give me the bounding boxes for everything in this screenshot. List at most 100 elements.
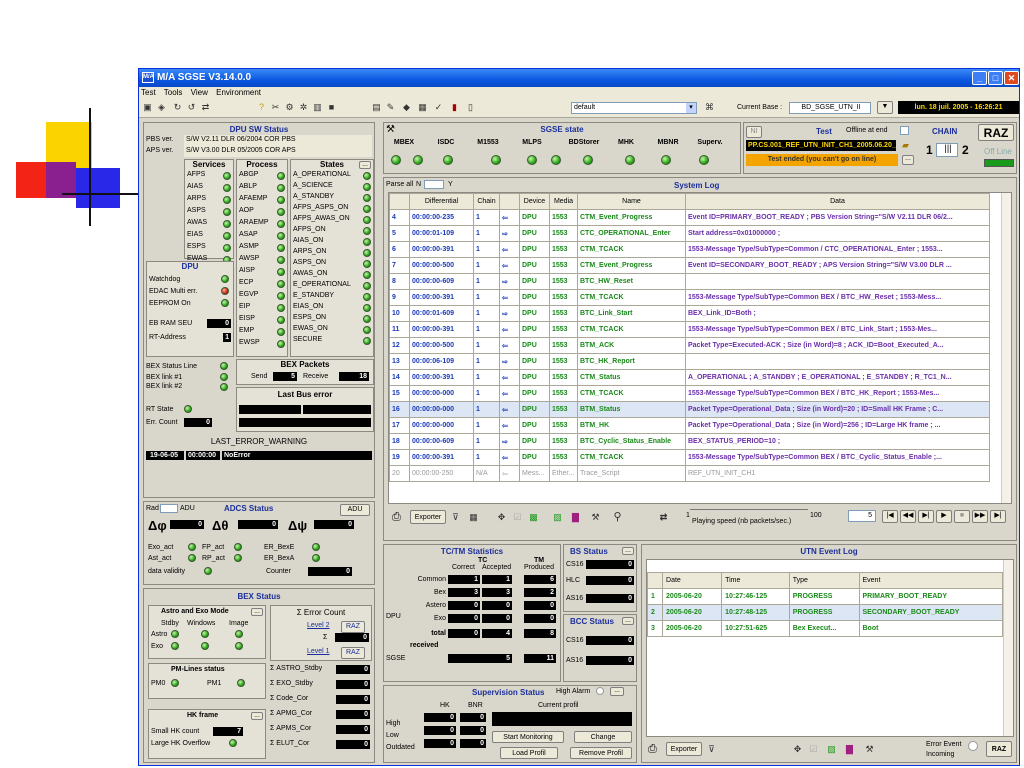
exporter-button[interactable]: Exporter [410, 510, 446, 524]
profile-select[interactable]: default ▾ [571, 102, 697, 114]
menu-tools[interactable]: Tools [164, 88, 183, 97]
forward-button[interactable]: ▶▶ [972, 510, 988, 523]
playing-speed-slider[interactable]: 1 100 Playing speed (nb packets/sec.) [684, 504, 824, 528]
log-column-header[interactable]: Differential [409, 193, 474, 210]
log-row[interactable]: 13 00:00:06-109 1 ⇨ DPU 1553 BTC_HK_Report [389, 353, 990, 370]
log-row[interactable]: 12 00:00:00-500 1 ⇦ DPU 1553 BTM_ACK Packet Typ… [389, 337, 990, 354]
log-row[interactable]: 9 00:00:00-391 1 ⇦ DPU 1553 CTM_TCACK 1553-Mess… [389, 289, 990, 306]
settings-icon[interactable]: ⚙ [284, 102, 295, 113]
utn-check-icon[interactable]: ☑ [808, 744, 819, 755]
log-row[interactable]: 6 00:00:00-391 1 ⇦ DPU 1553 CTM_TCACK 1553-Mess… [389, 241, 990, 258]
utn-column-header[interactable] [647, 572, 664, 589]
print-icon[interactable]: ⎙ [392, 511, 401, 524]
stop-button[interactable]: ■ [954, 510, 970, 523]
open-icon[interactable]: ▣ [142, 102, 153, 113]
ni-button[interactable]: NI [746, 126, 762, 138]
test-more-button[interactable]: ... [902, 155, 914, 165]
utn-event-row[interactable]: 3 2005-06-20 10:27:51-625 Bex Execut... Boot [647, 620, 1003, 637]
sgse-tool-icon[interactable]: ⚒ [386, 124, 395, 135]
utn-tool-icon[interactable]: ⚒ [864, 744, 875, 755]
log-scrollbar[interactable] [1001, 193, 1011, 503]
device-icon[interactable]: ▤ [371, 102, 382, 113]
close-icon[interactable]: ✕ [1004, 71, 1019, 85]
step-button[interactable]: ▶| [918, 510, 934, 523]
menu-environment[interactable]: Environment [216, 88, 261, 97]
log-column-header[interactable] [499, 193, 520, 210]
refresh2-icon[interactable]: ↺ [186, 102, 197, 113]
utn-status-icon[interactable]: ▨ [826, 744, 837, 755]
sgse-item[interactable]: MBNR [648, 139, 688, 146]
log-row[interactable]: 16 00:00:00-000 1 ⇦ DPU 1553 BTM_Status Packet … [389, 401, 990, 418]
utn-filter-icon[interactable]: ⊽ [706, 744, 717, 755]
move-icon[interactable]: ✥ [496, 512, 507, 523]
log-column-header[interactable]: Device [519, 193, 550, 210]
grid-icon[interactable]: ▦ [417, 102, 428, 113]
log-column-header[interactable]: Media [549, 193, 578, 210]
parse-slider[interactable] [424, 180, 444, 189]
bar-chart-icon[interactable]: ▇ [570, 512, 581, 523]
pen-icon[interactable]: ✎ [385, 102, 396, 113]
raz-button[interactable]: RAZ [978, 124, 1014, 141]
minimize-icon[interactable]: _ [972, 71, 987, 85]
utn-raz-button[interactable]: RAZ [986, 741, 1012, 757]
utn-column-header[interactable]: Type [788, 572, 860, 589]
start-monitoring-button[interactable]: Start Monitoring [492, 731, 564, 743]
utn-bar-chart-icon[interactable]: ▇ [844, 744, 855, 755]
sgse-item[interactable]: Superv. [690, 139, 730, 146]
log-row[interactable]: 8 00:00:00-609 1 ⇨ DPU 1553 BTC_HW_Reset [389, 273, 990, 290]
save-icon[interactable]: ◈ [156, 102, 167, 113]
log-row[interactable]: 14 00:00:00-391 1 ⇦ DPU 1553 CTM_Status A_OPERA… [389, 369, 990, 386]
flag-icon[interactable]: ▮ [449, 102, 460, 113]
sgse-item[interactable]: M1553 [468, 139, 508, 146]
utn-event-row[interactable]: 2 2005-06-20 10:27:48-125 PROGRESS SECONDARY… [647, 604, 1003, 621]
zoom-icon[interactable]: ⚲ [612, 512, 623, 523]
log-row[interactable]: 15 00:00:00-000 1 ⇦ DPU 1553 CTM_TCACK 1553-Mes… [389, 385, 990, 402]
db-icon[interactable]: ▯ [465, 102, 476, 113]
astro-exo-more-button[interactable]: ... [251, 608, 263, 616]
offline-at-end-checkbox[interactable] [900, 126, 909, 135]
log-row[interactable]: 18 00:00:00-609 1 ⇨ DPU 1553 BTC_Cyclic_Status… [389, 433, 990, 450]
gear-icon[interactable]: ✲ [298, 102, 309, 113]
chain-slider[interactable]: ||| [936, 143, 958, 157]
utn-column-header[interactable]: Date [662, 572, 723, 589]
utn-exporter-button[interactable]: Exporter [666, 742, 702, 756]
utn-scrollbar[interactable] [1003, 560, 1013, 736]
speed-value-field[interactable]: 5 [848, 510, 876, 522]
load-profil-button[interactable]: Load Profil [500, 747, 558, 759]
log-column-header[interactable]: Chain [473, 193, 500, 210]
states-more-button[interactable]: ... [359, 161, 371, 169]
utn-move-icon[interactable]: ✥ [792, 744, 803, 755]
level1-raz-button[interactable]: RAZ [341, 647, 365, 659]
chart-icon[interactable]: ▥ [312, 102, 323, 113]
hk-more-button[interactable]: ... [251, 712, 263, 720]
change-button[interactable]: Change [574, 731, 632, 743]
plug-icon[interactable]: ◆ [401, 102, 412, 113]
status-icon[interactable]: ▨ [552, 512, 563, 523]
utn-event-row[interactable]: 1 2005-06-20 10:27:46-125 PROGRESS PRIMARY_B… [647, 588, 1003, 605]
log-row[interactable]: 17 00:00:00-000 1 ⇦ DPU 1553 BTM_HK Packet Type… [389, 417, 990, 434]
last-button[interactable]: ▶| [990, 510, 1006, 523]
sgse-item[interactable]: MLPS [512, 139, 552, 146]
test-open-icon[interactable]: ▰ [900, 140, 911, 151]
tool-icon[interactable]: ⚒ [590, 512, 601, 523]
base-dropdown-button[interactable]: ▼ [877, 101, 893, 114]
maximize-icon[interactable]: □ [988, 71, 1003, 85]
log-row[interactable]: 5 00:00:01-109 1 ⇨ DPU 1553 CTC_OPERATIONAL_En… [389, 225, 990, 242]
rad-slider[interactable] [160, 504, 178, 513]
log-row[interactable]: 20 00:00:00-250 N/A ⇦ Mess... Ether... Trace_S… [389, 465, 990, 482]
check-icon[interactable]: ✓ [433, 102, 444, 113]
tools-icon[interactable]: ✂ [270, 102, 281, 113]
link-icon[interactable]: ⇄ [200, 102, 211, 113]
sync-icon[interactable]: ⇄ [658, 512, 669, 523]
bs-more-button[interactable]: ... [622, 547, 634, 555]
superv-more-button[interactable]: ... [610, 687, 624, 696]
refresh-icon[interactable]: ↻ [172, 102, 183, 113]
bcc-more-button[interactable]: ... [622, 617, 634, 625]
sgse-item[interactable]: MBEX [384, 139, 424, 146]
log-row[interactable]: 7 00:00:00-500 1 ⇦ DPU 1553 CTM_Event_Progress… [389, 257, 990, 274]
log-column-header[interactable]: Name [577, 193, 686, 210]
log-row[interactable]: 4 00:00:00-235 1 ⇦ DPU 1553 CTM_Event_Progress… [389, 209, 990, 226]
sgse-item[interactable]: ISDC [426, 139, 466, 146]
first-button[interactable]: |◀ [882, 510, 898, 523]
trash-icon[interactable]: ▦ [468, 512, 479, 523]
